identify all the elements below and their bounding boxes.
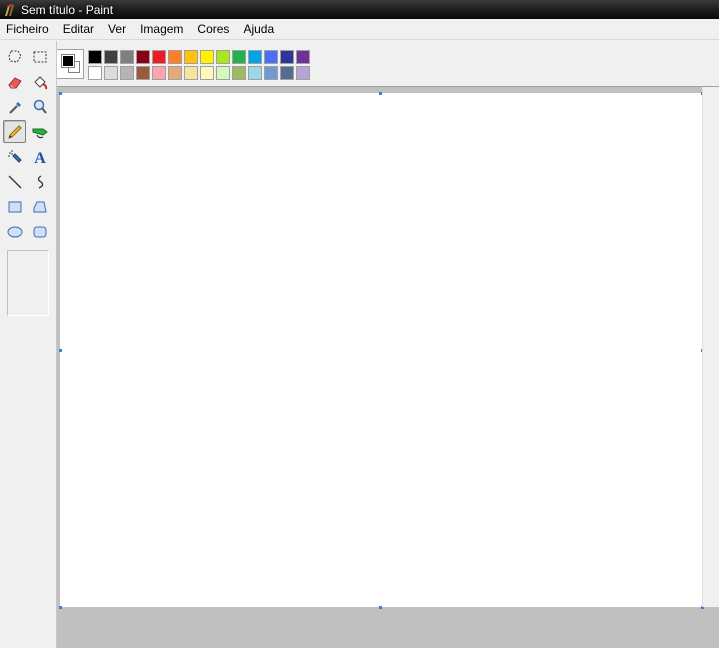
pencil-tool[interactable] (3, 120, 26, 143)
palette-swatch-bottom-11[interactable] (248, 66, 262, 80)
airbrush-tool[interactable] (3, 145, 26, 168)
palette-swatch-bottom-13[interactable] (280, 66, 294, 80)
palette-swatch-bottom-5[interactable] (152, 66, 166, 80)
airbrush-icon (7, 149, 22, 163)
free-form-select-tool[interactable] (3, 45, 26, 68)
palette-swatch-bottom-1[interactable] (88, 66, 102, 80)
palette-swatch-top-7[interactable] (184, 50, 198, 64)
palette-swatch-top-14[interactable] (296, 50, 310, 64)
palette-swatch-top-8[interactable] (200, 50, 214, 64)
resize-handle-left (59, 349, 62, 352)
menu-cores[interactable]: Cores (190, 19, 236, 40)
palette-swatch-top-1[interactable] (88, 50, 102, 64)
palette-swatch-bottom-3[interactable] (120, 66, 134, 80)
palette-swatch-bottom-14[interactable] (296, 66, 310, 80)
menu-ver[interactable]: Ver (101, 19, 133, 40)
window-title: Sem título - Paint (21, 2, 114, 17)
palette-swatch-top-13[interactable] (280, 50, 294, 64)
brush-icon (32, 128, 48, 138)
eraser-tool[interactable] (3, 70, 26, 93)
paint-bucket-icon (33, 75, 47, 89)
menu-ajuda[interactable]: Ajuda (236, 19, 281, 40)
palette-swatch-bottom-9[interactable] (216, 66, 230, 80)
palette-swatch-top-2[interactable] (104, 50, 118, 64)
drawing-canvas[interactable] (60, 93, 702, 607)
menu-ficheiro[interactable]: Ficheiro (0, 19, 56, 40)
resize-handle-top-left (59, 92, 62, 95)
vertical-scrollbar[interactable] (702, 87, 719, 607)
menu-editar[interactable]: Editar (56, 19, 101, 40)
color-picker-tool[interactable] (3, 95, 26, 118)
line-icon (8, 175, 21, 188)
curve-tool[interactable] (28, 170, 51, 193)
magnifier-tool[interactable] (28, 95, 51, 118)
eraser-icon (7, 76, 22, 88)
free-form-select-icon (7, 50, 22, 63)
palette-swatch-bottom-4[interactable] (136, 66, 150, 80)
palette-swatch-top-4[interactable] (136, 50, 150, 64)
ellipse-tool[interactable] (3, 220, 26, 243)
rect-select-icon (33, 51, 46, 62)
text-icon: A (34, 150, 46, 166)
menu-imagem[interactable]: Imagem (133, 19, 190, 40)
line-tool[interactable] (3, 170, 26, 193)
polygon-tool[interactable] (28, 195, 51, 218)
rounded-rectangle-icon (33, 226, 46, 237)
palette-swatch-top-11[interactable] (248, 50, 262, 64)
resize-handle-top (379, 92, 382, 95)
paint-app-icon[interactable] (3, 3, 17, 17)
rectangle-tool[interactable] (3, 195, 26, 218)
pencil-icon (7, 124, 22, 139)
palette-swatch-top-5[interactable] (152, 50, 166, 64)
palette-swatch-top-6[interactable] (168, 50, 182, 64)
menu-bar: Ficheiro Editar Ver Imagem Cores Ajuda (0, 19, 719, 40)
palette-swatch-bottom-7[interactable] (184, 66, 198, 80)
magnifier-icon (33, 99, 47, 114)
palette-swatch-bottom-2[interactable] (104, 66, 118, 80)
palette-swatch-top-12[interactable] (264, 50, 278, 64)
palette-swatch-top-3[interactable] (120, 50, 134, 64)
color-palette (87, 49, 311, 81)
title-bar: Sem título - Paint (0, 0, 719, 19)
rectangle-icon (8, 201, 21, 212)
workspace (57, 86, 719, 648)
fill-tool[interactable] (28, 70, 51, 93)
color-box (0, 41, 719, 86)
eyedropper-icon (8, 101, 21, 114)
ellipse-icon (7, 226, 22, 237)
palette-swatch-top-9[interactable] (216, 50, 230, 64)
svg-text:A: A (34, 150, 46, 166)
foreground-color-swatch[interactable] (61, 54, 75, 68)
palette-swatch-bottom-8[interactable] (200, 66, 214, 80)
rect-select-tool[interactable] (28, 45, 51, 68)
palette-swatch-bottom-10[interactable] (232, 66, 246, 80)
current-colors[interactable] (56, 49, 84, 79)
tool-options-box[interactable] (7, 250, 49, 316)
resize-handle-bottom-left (59, 606, 62, 609)
palette-swatch-bottom-12[interactable] (264, 66, 278, 80)
curve-icon (37, 174, 43, 189)
palette-swatch-bottom-6[interactable] (168, 66, 182, 80)
toolbox: A (0, 41, 57, 648)
text-tool[interactable]: A (28, 145, 51, 168)
resize-handle-bottom[interactable] (379, 606, 382, 609)
palette-swatch-top-10[interactable] (232, 50, 246, 64)
rounded-rectangle-tool[interactable] (28, 220, 51, 243)
brush-tool[interactable] (28, 120, 51, 143)
polygon-icon (33, 201, 47, 212)
